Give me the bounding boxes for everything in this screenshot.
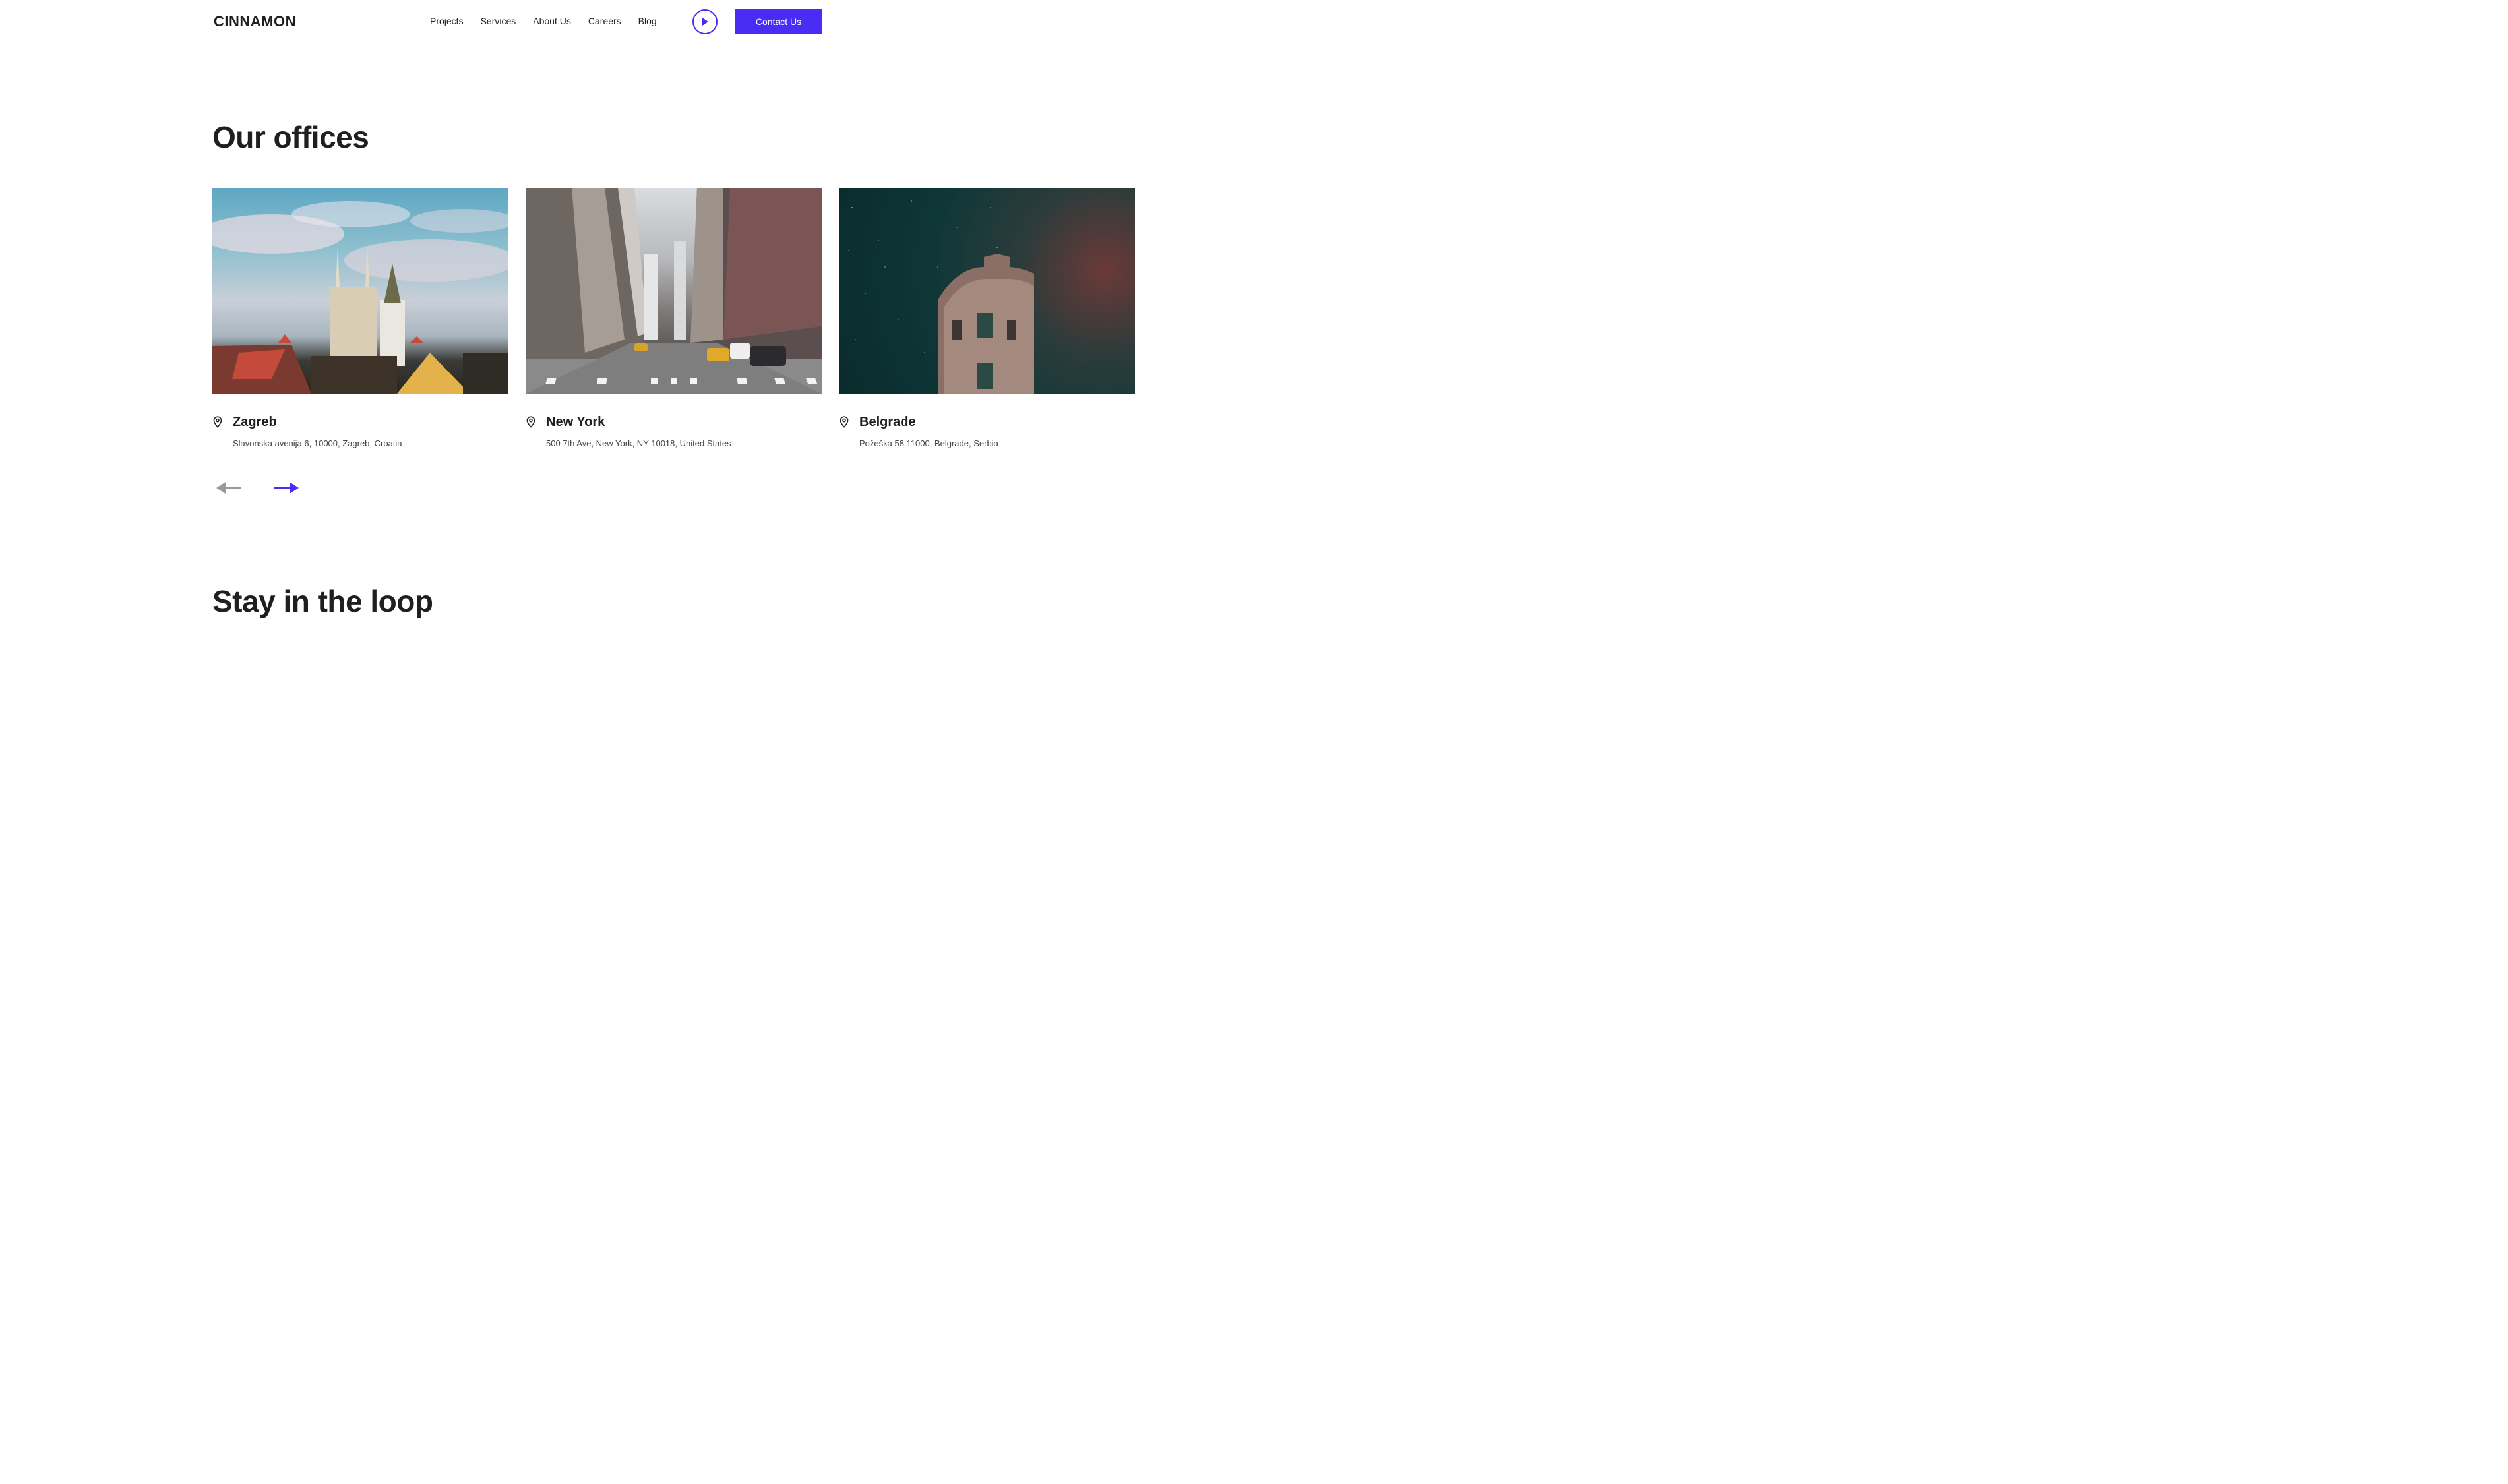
main-nav: Projects Services About Us Careers Blog — [430, 15, 657, 28]
office-location-zagreb: Zagreb — [212, 414, 277, 430]
office-city: Belgrade — [859, 415, 916, 429]
office-city: Zagreb — [233, 415, 277, 429]
office-card-new-york[interactable]: New York 500 7th Ave, New York, NY 10018… — [526, 188, 822, 448]
location-pin-icon — [526, 416, 535, 428]
play-icon — [702, 18, 708, 26]
nav-item-about-us[interactable]: About Us — [533, 15, 571, 28]
nav-item-careers[interactable]: Careers — [588, 15, 621, 28]
office-city: New York — [546, 415, 605, 429]
section-title-newsletter: Stay in the loop — [212, 584, 433, 618]
location-pin-icon — [840, 416, 849, 428]
site-header: CINNAMON Projects Services About Us Care… — [0, 0, 1034, 44]
arrow-left-icon — [216, 482, 241, 494]
carousel-prev-button[interactable] — [215, 480, 243, 496]
section-title-offices: Our offices — [212, 120, 369, 154]
office-photo-new-york — [526, 188, 822, 394]
office-card-zagreb[interactable]: Zagreb Slavonska avenija 6, 10000, Zagre… — [212, 188, 508, 448]
play-video-button[interactable] — [692, 9, 718, 34]
office-address: Požeška 58 11000, Belgrade, Serbia — [859, 438, 998, 448]
nav-item-blog[interactable]: Blog — [638, 15, 657, 28]
office-location-belgrade: Belgrade — [839, 414, 916, 430]
office-location-new-york: New York — [526, 414, 605, 430]
office-address: 500 7th Ave, New York, NY 10018, United … — [546, 438, 731, 448]
carousel-next-button[interactable] — [272, 480, 300, 496]
location-pin-icon — [213, 416, 222, 428]
office-address: Slavonska avenija 6, 10000, Zagreb, Croa… — [233, 438, 402, 448]
arrow-right-icon — [274, 482, 299, 494]
logo[interactable]: CINNAMON — [214, 13, 296, 30]
office-card-belgrade[interactable]: Belgrade Požeška 58 11000, Belgrade, Ser… — [839, 188, 1135, 448]
contact-us-button[interactable]: Contact Us — [735, 9, 822, 34]
office-photo-zagreb — [212, 188, 508, 394]
office-photo-belgrade — [839, 188, 1135, 394]
nav-item-projects[interactable]: Projects — [430, 15, 464, 28]
nav-item-services[interactable]: Services — [481, 15, 516, 28]
